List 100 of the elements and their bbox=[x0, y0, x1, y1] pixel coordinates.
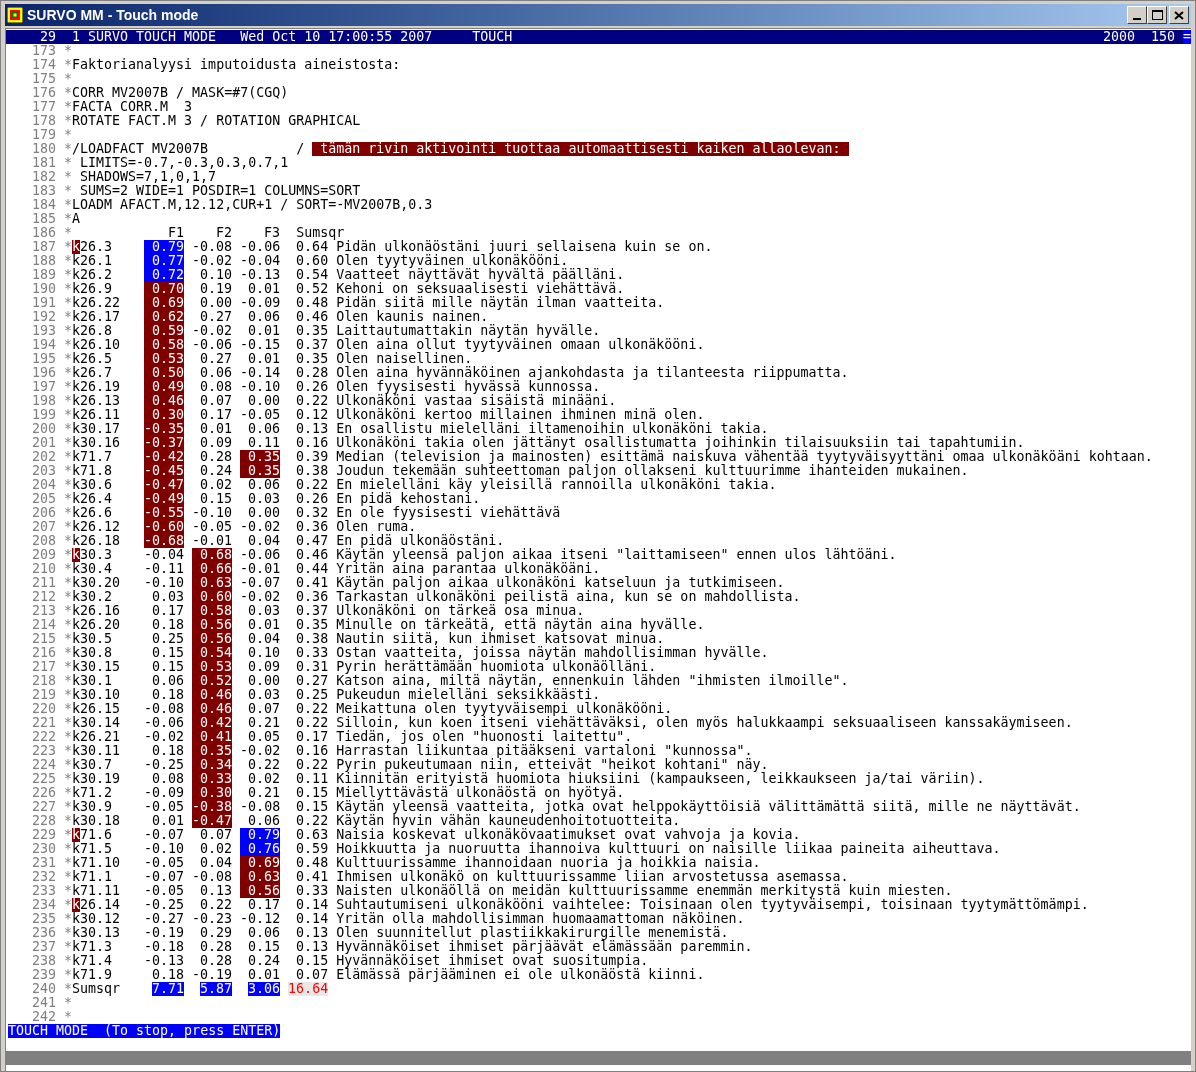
line-number: 197 bbox=[31, 380, 57, 394]
end-mark: = bbox=[1183, 30, 1191, 44]
sumsqr-value: 0.48 bbox=[295, 856, 329, 870]
loading-value: -0.38 bbox=[192, 800, 233, 814]
loading-value: 0.07 bbox=[199, 828, 233, 842]
line-number: 222 bbox=[31, 730, 57, 744]
variable-name: k26.6 bbox=[72, 506, 114, 520]
line-number: 233 bbox=[31, 884, 57, 898]
sumsqr-value: 0.13 bbox=[295, 926, 329, 940]
column-count: 150 bbox=[1150, 30, 1175, 44]
control-mark: * bbox=[64, 282, 73, 296]
editor-text: LIMITS=-0.7,-0.3,0.3,0.7,1 bbox=[79, 156, 289, 170]
loading-value: 0.03 bbox=[247, 604, 281, 618]
sumsqr-value: 0.15 bbox=[295, 786, 329, 800]
line-number: 213 bbox=[31, 604, 57, 618]
sumsqr-value: 0.54 bbox=[295, 268, 329, 282]
item-text: Olen aina ollut tyytyväinen omaan ulkonäkööni. bbox=[336, 338, 705, 352]
variable-name: k26.12 bbox=[72, 520, 122, 534]
sumsqr-value: 0.28 bbox=[295, 366, 329, 380]
control-mark: * bbox=[64, 660, 73, 674]
variable-name: k30.18 bbox=[72, 814, 122, 828]
minimize-button[interactable] bbox=[1127, 6, 1147, 24]
control-mark: * bbox=[64, 394, 73, 408]
variable-name: k26.13 bbox=[72, 394, 122, 408]
loading-value: 0.15 bbox=[199, 492, 233, 506]
date-time: Wed Oct 10 17:00:55 2007 bbox=[240, 30, 433, 44]
item-text: Vaatteet näyttävät hyvältä päälläni. bbox=[336, 268, 625, 282]
item-text: Pidän ulkonäöstäni juuri sellaisena kuin se on. bbox=[336, 240, 713, 254]
line-number: 238 bbox=[31, 954, 57, 968]
loading-value: -0.05 bbox=[144, 884, 185, 898]
loading-value: 0.01 bbox=[247, 618, 281, 632]
loading-value: -0.13 bbox=[240, 268, 281, 282]
item-text: Ostan vaatteita, joissa näytän mahdollisimman hyvälle. bbox=[336, 646, 769, 660]
loading-value: 0.70 bbox=[144, 282, 185, 296]
loading-value: 0.07 bbox=[199, 394, 233, 408]
mode-label: TOUCH bbox=[472, 30, 513, 44]
control-mark: * bbox=[64, 128, 73, 142]
loading-value: -0.09 bbox=[144, 786, 185, 800]
variable-name: k30.1 bbox=[72, 674, 114, 688]
control-mark: * bbox=[64, 744, 73, 758]
loading-value: 0.10 bbox=[199, 268, 233, 282]
control-mark: * bbox=[64, 548, 73, 562]
sumsqr-value: 0.44 bbox=[295, 562, 329, 576]
loading-value: 0.18 bbox=[151, 968, 185, 982]
control-mark: * bbox=[64, 142, 73, 156]
loading-value: 0.00 bbox=[247, 506, 281, 520]
editor-text: LOADM AFACT.M,12.12,CUR+1 / SORT=-MV2007B,0.3 bbox=[72, 198, 433, 212]
variable-name: k26.15 bbox=[72, 702, 122, 716]
loading-value: 0.08 bbox=[151, 772, 185, 786]
loading-value: 0.00 bbox=[247, 674, 281, 688]
loading-value: -0.05 bbox=[144, 800, 185, 814]
variable-name: k30.7 bbox=[72, 758, 114, 772]
item-text: Olen aina hyvännäköinen ajankohdasta ja tilanteesta riippumatta. bbox=[336, 366, 849, 380]
line-number: 181 bbox=[31, 156, 57, 170]
loading-value: -0.27 bbox=[144, 912, 185, 926]
close-button[interactable] bbox=[1169, 6, 1189, 24]
window-number: 29 bbox=[39, 30, 57, 44]
loading-value: 0.22 bbox=[247, 758, 281, 772]
item-text: Olen tyytyväinen ulkonäkööni. bbox=[336, 254, 569, 268]
loading-value: -0.25 bbox=[144, 758, 185, 772]
variable-name: k26.1 bbox=[72, 254, 114, 268]
loading-value: -0.10 bbox=[144, 576, 185, 590]
loading-value: 0.21 bbox=[247, 716, 281, 730]
item-text: Laittautumattakin näytän hyvälle. bbox=[336, 324, 601, 338]
loading-value: -0.37 bbox=[144, 436, 185, 450]
loading-value: 0.46 bbox=[192, 688, 233, 702]
variable-name: k71.10 bbox=[72, 856, 122, 870]
line-number: 185 bbox=[31, 212, 57, 226]
line-number: 201 bbox=[31, 436, 57, 450]
line-number: 189 bbox=[31, 268, 57, 282]
loading-value: 0.25 bbox=[151, 632, 185, 646]
loading-value: -0.02 bbox=[240, 520, 281, 534]
line-number: 194 bbox=[31, 338, 57, 352]
variable-name: k30.5 bbox=[72, 632, 114, 646]
sum-value: 3.06 bbox=[248, 982, 281, 996]
item-text: Naisia koskevat ulkonäkövaatimukset ovat vahvoja ja kovia. bbox=[336, 828, 801, 842]
loading-value: 0.27 bbox=[199, 352, 233, 366]
loading-value: 0.11 bbox=[247, 436, 281, 450]
control-mark: * bbox=[64, 520, 73, 534]
loading-value: 0.24 bbox=[199, 464, 233, 478]
loading-value: 0.52 bbox=[192, 674, 233, 688]
loading-value: 0.35 bbox=[240, 450, 281, 464]
item-text: En ole fyysisesti viehättävä bbox=[336, 506, 561, 520]
control-mark: * bbox=[64, 86, 73, 100]
item-text: Olen kaunis nainen. bbox=[336, 310, 489, 324]
maximize-button[interactable] bbox=[1147, 6, 1167, 24]
sumsqr-value: 0.32 bbox=[295, 506, 329, 520]
loading-value: -0.68 bbox=[144, 534, 185, 548]
item-text: Harrastan liikuntaa pitääkseni vartaloni "kunnossa". bbox=[336, 744, 753, 758]
mode-text: 1 SURVO TOUCH MODE bbox=[72, 30, 217, 44]
line-number: 196 bbox=[31, 366, 57, 380]
line-number: 184 bbox=[31, 198, 57, 212]
item-text: Käytän hyvin vähän kauneudenhoitotuotteita. bbox=[336, 814, 681, 828]
line-number: 234 bbox=[31, 898, 57, 912]
control-mark: * bbox=[64, 72, 73, 86]
control-mark: * bbox=[64, 982, 73, 996]
loading-value: -0.06 bbox=[192, 338, 233, 352]
sumsqr-value: 0.47 bbox=[295, 534, 329, 548]
item-text: Meikattuna olen tyytyväisempi ulkonäkööni. bbox=[336, 702, 673, 716]
loading-value: -0.04 bbox=[144, 548, 185, 562]
